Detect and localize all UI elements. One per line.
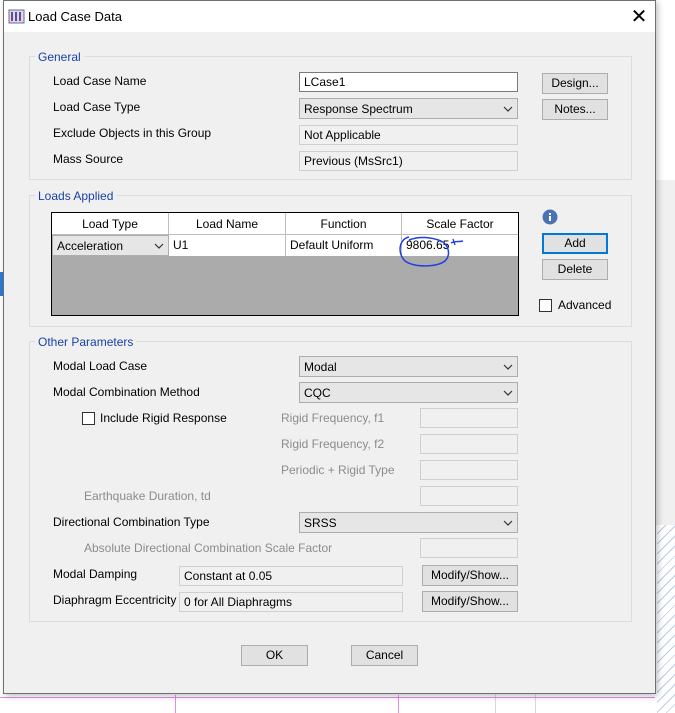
loads-table: Load Type Load Name Function Scale Facto… xyxy=(51,212,519,316)
diaphragm-eccentricity-label: Diaphragm Eccentricity xyxy=(53,593,177,607)
info-icon[interactable] xyxy=(542,209,558,225)
modal-damping-label: Modal Damping xyxy=(53,567,138,581)
loads-applied-heading: Loads Applied xyxy=(35,189,117,203)
cancel-button[interactable]: Cancel xyxy=(351,645,418,666)
mass-source-label: Mass Source xyxy=(53,152,124,166)
earthquake-duration-label: Earthquake Duration, td xyxy=(84,489,211,503)
modal-combination-value: CQC xyxy=(304,386,331,400)
exclude-objects-label: Exclude Objects in this Group xyxy=(53,126,212,140)
delete-button[interactable]: Delete xyxy=(542,259,608,280)
chevron-down-icon xyxy=(503,106,513,112)
close-icon[interactable]: ✕ xyxy=(624,3,654,31)
load-case-name-input[interactable]: LCase1 xyxy=(299,72,518,92)
column-header-load-type: Load Type xyxy=(52,213,169,235)
include-rigid-label: Include Rigid Response xyxy=(100,411,227,425)
earthquake-duration-field xyxy=(420,486,518,506)
chevron-down-icon xyxy=(154,243,164,249)
exclude-objects-field: Not Applicable xyxy=(299,125,518,145)
diaphragm-modify-button[interactable]: Modify/Show... xyxy=(422,591,518,612)
absolute-scale-factor-field xyxy=(420,538,518,558)
ok-button[interactable]: OK xyxy=(241,645,308,666)
mass-source-field: Previous (MsSrc1) xyxy=(299,151,518,171)
other-parameters-heading: Other Parameters xyxy=(35,335,137,349)
function-cell[interactable]: Default Uniform xyxy=(286,235,402,256)
load-case-name-label: Load Case Name xyxy=(53,74,147,88)
modal-load-case-value: Modal xyxy=(304,360,337,374)
column-header-function: Function xyxy=(286,213,402,235)
modal-combination-label: Modal Combination Method xyxy=(53,385,200,399)
dialog-title: Load Case Data xyxy=(28,9,122,24)
modal-damping-field: Constant at 0.05 xyxy=(179,566,403,586)
include-rigid-checkbox[interactable] xyxy=(82,412,95,425)
chevron-down-icon xyxy=(503,364,513,370)
title-bar: Load Case Data ✕ xyxy=(4,1,655,32)
notes-button[interactable]: Notes... xyxy=(542,99,608,120)
hand-drawn-circle-annotation xyxy=(399,236,464,267)
load-case-type-label: Load Case Type xyxy=(53,100,141,114)
rigid-frequency-f1-label: Rigid Frequency, f1 xyxy=(281,411,385,425)
directional-combination-select[interactable]: SRSS xyxy=(299,512,518,533)
design-button[interactable]: Design... xyxy=(542,73,608,94)
add-button[interactable]: Add xyxy=(542,233,608,254)
background-grid xyxy=(657,525,675,713)
background-pink-line xyxy=(175,695,176,713)
rigid-frequency-f2-field xyxy=(420,434,518,454)
modal-damping-modify-button[interactable]: Modify/Show... xyxy=(422,565,518,586)
load-type-value: Acceleration xyxy=(57,239,124,253)
diaphragm-eccentricity-field: 0 for All Diaphragms xyxy=(179,592,403,612)
rigid-frequency-f2-label: Rigid Frequency, f2 xyxy=(281,437,385,451)
chevron-down-icon xyxy=(503,390,513,396)
chevron-down-icon xyxy=(503,520,513,526)
background-panel xyxy=(655,180,675,525)
load-case-dialog: Load Case Data ✕ General Load Case Name … xyxy=(3,0,656,694)
load-case-type-value: Response Spectrum xyxy=(304,102,413,116)
app-icon xyxy=(8,9,25,24)
periodic-rigid-type-label: Periodic + Rigid Type xyxy=(281,463,395,477)
directional-combination-value: SRSS xyxy=(304,516,337,530)
load-type-cell[interactable]: Acceleration xyxy=(52,235,169,256)
general-heading: General xyxy=(35,50,84,64)
column-header-load-name: Load Name xyxy=(169,213,286,235)
background-pink-line xyxy=(398,695,399,713)
advanced-checkbox[interactable] xyxy=(539,299,552,312)
load-name-cell[interactable]: U1 xyxy=(169,235,286,256)
modal-load-case-select[interactable]: Modal xyxy=(299,356,518,377)
directional-combination-label: Directional Combination Type xyxy=(53,515,210,529)
absolute-scale-factor-label: Absolute Directional Combination Scale F… xyxy=(84,541,333,555)
modal-load-case-label: Modal Load Case xyxy=(53,359,148,373)
advanced-label: Advanced xyxy=(558,298,612,312)
rigid-frequency-f1-field xyxy=(420,408,518,428)
load-case-type-select[interactable]: Response Spectrum xyxy=(299,98,518,119)
periodic-rigid-type-field xyxy=(420,460,518,480)
background-pink-line xyxy=(0,697,655,698)
modal-combination-select[interactable]: CQC xyxy=(299,382,518,403)
